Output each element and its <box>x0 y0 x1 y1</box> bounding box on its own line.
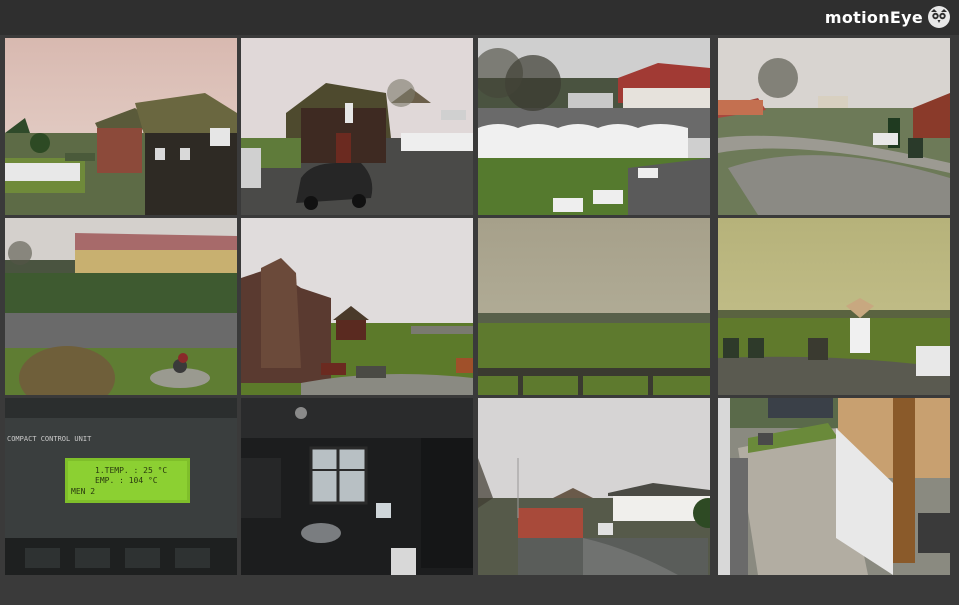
camera-image-11 <box>478 398 710 575</box>
camera-image-7 <box>478 218 710 395</box>
top-bar: motionEye <box>0 0 959 35</box>
camera-image-9: COMPACT CONTROL UNIT 1.TEMP. : 25 °C EMP… <box>5 398 237 575</box>
camera-frame-12[interactable] <box>718 398 950 575</box>
camera-frame-5[interactable] <box>5 218 237 395</box>
owl-icon[interactable] <box>927 5 951 29</box>
camera-image-12 <box>718 398 950 575</box>
bottom-bar <box>0 578 959 605</box>
camera-frame-8[interactable] <box>718 218 950 395</box>
camera-image-6 <box>241 218 473 395</box>
app-title: motionEye <box>824 8 923 27</box>
camera-frame-2[interactable] <box>241 38 473 215</box>
camera-frame-10[interactable] <box>241 398 473 575</box>
display-line-3: MEN 2 <box>71 487 95 496</box>
camera-frame-4[interactable] <box>718 38 950 215</box>
camera-frame-9[interactable]: COMPACT CONTROL UNIT 1.TEMP. : 25 °C EMP… <box>5 398 237 575</box>
camera-frame-1[interactable] <box>5 38 237 215</box>
camera-image-10 <box>241 398 473 575</box>
camera-image-2 <box>241 38 473 215</box>
control-unit-label: COMPACT CONTROL UNIT <box>7 435 92 443</box>
camera-image-8 <box>718 218 950 395</box>
camera-image-1 <box>5 38 237 215</box>
camera-frame-6[interactable] <box>241 218 473 395</box>
display-line-1: 1.TEMP. : 25 °C <box>95 466 167 475</box>
camera-image-5 <box>5 218 237 395</box>
camera-image-3 <box>478 38 710 215</box>
camera-frame-7[interactable] <box>478 218 710 395</box>
camera-grid: COMPACT CONTROL UNIT 1.TEMP. : 25 °C EMP… <box>5 38 954 576</box>
camera-image-4 <box>718 38 950 215</box>
camera-frame-11[interactable] <box>478 398 710 575</box>
camera-frame-3[interactable] <box>478 38 710 215</box>
display-line-2: EMP. : 104 °C <box>95 476 158 485</box>
